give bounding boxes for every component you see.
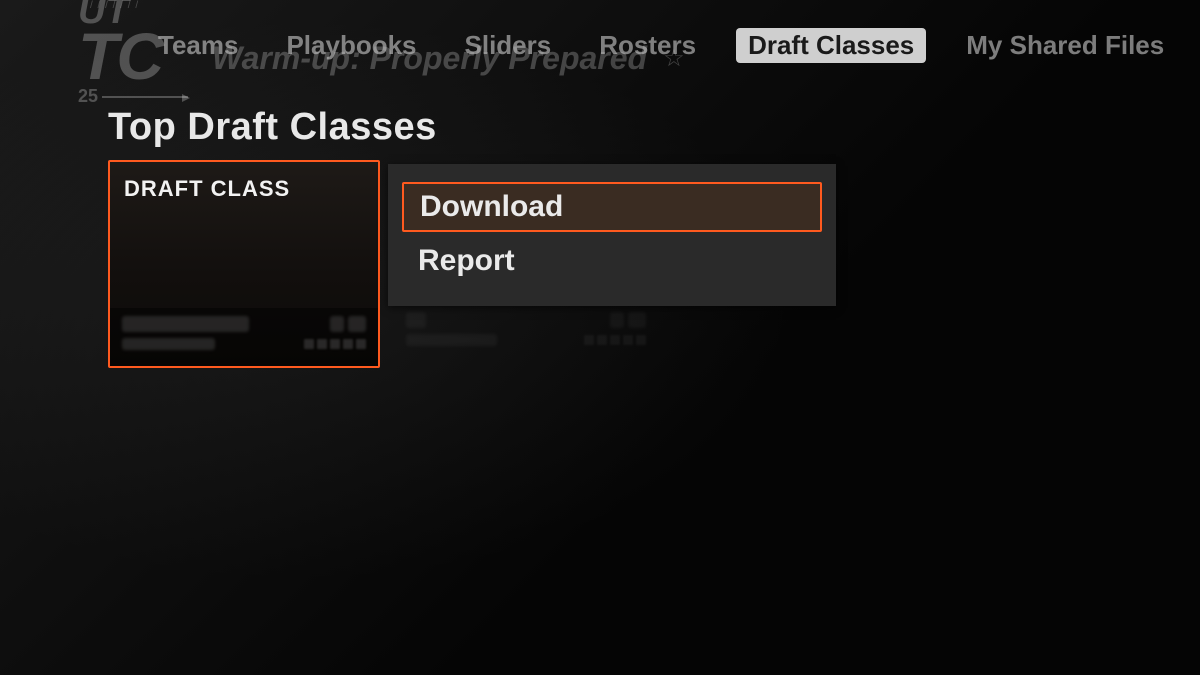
nav-bar: Teams Playbooks Sliders Rosters Draft Cl… <box>150 28 1200 63</box>
menu-item-report[interactable]: Report <box>402 238 822 284</box>
draft-class-card[interactable]: DRAFT CLASS <box>108 160 380 368</box>
logo-year: 25 <box>78 86 98 107</box>
nav-item-playbooks[interactable]: Playbooks <box>278 28 424 63</box>
nav-item-rosters[interactable]: Rosters <box>591 28 704 63</box>
card-footer <box>110 308 378 366</box>
download-count-icon <box>330 316 344 332</box>
card-title: DRAFT CLASS <box>124 176 364 202</box>
card-author-blurred <box>122 316 249 332</box>
rating-stars-blurred <box>304 339 366 349</box>
nav-item-draft-classes[interactable]: Draft Classes <box>736 28 926 63</box>
menu-item-download[interactable]: Download <box>402 182 822 232</box>
nav-item-my-shared-files[interactable]: My Shared Files <box>958 28 1172 63</box>
section-title: Top Draft Classes <box>108 106 437 149</box>
adjacent-card-blurred <box>396 306 656 362</box>
nav-item-teams[interactable]: Teams <box>150 28 246 63</box>
download-count-blurred <box>348 316 366 332</box>
arrow-right-icon <box>102 96 188 98</box>
card-meta-blurred <box>122 338 215 350</box>
context-menu: Download Report <box>388 164 836 306</box>
nav-item-sliders[interactable]: Sliders <box>457 28 560 63</box>
